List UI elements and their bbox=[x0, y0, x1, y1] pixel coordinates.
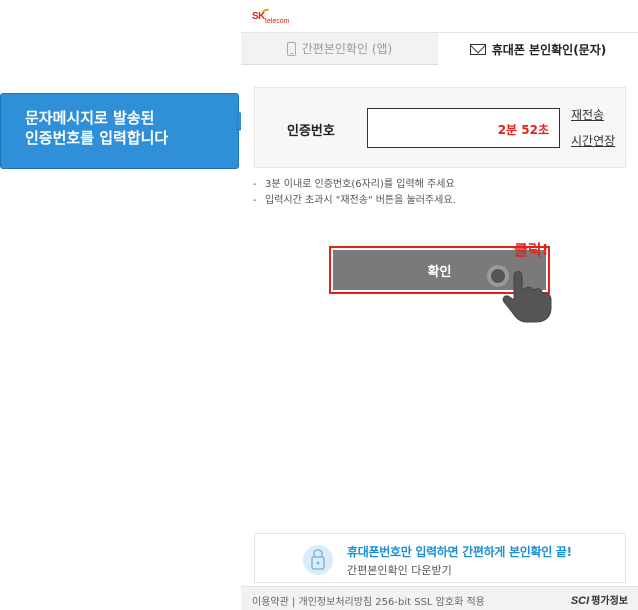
verification-popup: SK telecom 간편본인확인 (앱) 휴대폰 본인확인(문자) 인증번호 … bbox=[241, 0, 638, 610]
footer-links[interactable]: 이용약관 | 개인정보처리방침 256-bit SSL 암호화 적용 bbox=[252, 593, 485, 608]
tab-bar: 간편본인확인 (앱) 휴대폰 본인확인(문자) bbox=[241, 32, 638, 65]
footer: 이용약관 | 개인정보처리방침 256-bit SSL 암호화 적용 SCI 평가… bbox=[241, 586, 638, 610]
logo-swirl-icon bbox=[261, 7, 271, 17]
pointing-hand-icon bbox=[502, 271, 552, 323]
popup-header: SK telecom bbox=[241, 0, 638, 32]
resend-link[interactable]: 재전송 bbox=[571, 106, 604, 123]
tab-sms-label: 휴대폰 본인확인(문자) bbox=[491, 42, 607, 57]
lock-icon bbox=[303, 545, 333, 575]
sci-brand-logo: SCI 평가정보 bbox=[571, 592, 628, 607]
verification-code-label: 인증번호 bbox=[287, 124, 335, 139]
instruction-callout: 문자메시지로 발송된 인증번호를 입력합니다 bbox=[0, 93, 239, 169]
callout-line-1: 문자메시지로 발송된 bbox=[25, 109, 155, 127]
countdown-timer: 2분 52초 bbox=[497, 123, 549, 137]
tab-app-verification[interactable]: 간편본인확인 (앱) bbox=[241, 33, 438, 65]
tab-app-label: 간편본인확인 (앱) bbox=[301, 42, 393, 56]
logo-text: telecom bbox=[265, 18, 290, 25]
app-promo-banner[interactable]: 휴대폰번호만 입력하면 간편하게 본인확인 끝! 간편본인확인 다운받기 bbox=[254, 533, 626, 583]
note-item: 3분 이내로 인증번호(6자리)를 입력해 주세요 bbox=[253, 177, 456, 193]
note-item: 입력시간 초과시 "재전송" 버튼을 눌러주세요. bbox=[253, 193, 456, 209]
verification-code-input[interactable]: 2분 52초 bbox=[367, 108, 560, 148]
phone-icon bbox=[286, 41, 296, 56]
promo-download-link[interactable]: 간편본인확인 다운받기 bbox=[347, 562, 452, 578]
sk-telecom-logo: SK telecom bbox=[252, 7, 312, 29]
sci-mark: SCI bbox=[570, 595, 590, 607]
verification-code-panel: 인증번호 2분 52초 재전송 시간연장 bbox=[254, 87, 626, 168]
promo-title: 휴대폰번호만 입력하면 간편하게 본인확인 끝! bbox=[347, 545, 572, 559]
callout-line-2: 인증번호를 입력합니다 bbox=[25, 129, 169, 147]
instruction-notes: 3분 이내로 인증번호(6자리)를 입력해 주세요 입력시간 초과시 "재전송"… bbox=[253, 177, 456, 209]
click-hint: 클릭! bbox=[514, 241, 549, 259]
sci-text: 평가정보 bbox=[591, 596, 628, 607]
tab-sms-verification[interactable]: 휴대폰 본인확인(문자) bbox=[438, 33, 638, 65]
extend-time-link[interactable]: 시간연장 bbox=[571, 132, 615, 149]
mail-icon bbox=[469, 43, 486, 55]
